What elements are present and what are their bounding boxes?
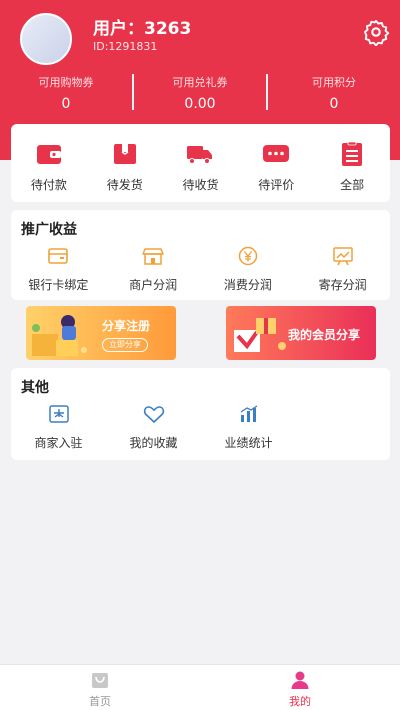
promo-item-deposit-share[interactable]: 寄存分润 bbox=[295, 246, 390, 293]
avatar[interactable] bbox=[20, 13, 72, 65]
chart-board-icon bbox=[332, 247, 353, 266]
promo-label: 银行卡绑定 bbox=[28, 278, 89, 292]
username: 用户：3263 bbox=[93, 19, 192, 39]
stat-label: 可用购物券 bbox=[38, 76, 94, 89]
stat-value: 0 bbox=[61, 96, 71, 112]
order-label: 待付款 bbox=[30, 178, 67, 192]
divider bbox=[266, 74, 268, 110]
stat-label: 可用积分 bbox=[312, 76, 356, 89]
other-label: 我的收藏 bbox=[129, 436, 178, 450]
stat-value: 0.00 bbox=[184, 96, 216, 112]
banner-title: 我的会员分享 bbox=[288, 328, 361, 342]
order-label: 全部 bbox=[340, 178, 365, 192]
tab-label: 我的 bbox=[289, 695, 311, 708]
promo-label: 寄存分润 bbox=[318, 278, 367, 292]
order-all[interactable]: 全部 bbox=[314, 124, 390, 202]
other-label: 业绩统计 bbox=[224, 436, 273, 450]
bank-card-icon bbox=[48, 248, 69, 264]
stat-gift-coupon[interactable]: 可用兑礼券 0.00 bbox=[134, 72, 266, 112]
stat-label: 可用兑礼券 bbox=[172, 76, 228, 89]
user-icon bbox=[291, 671, 309, 689]
user-id: ID:1291831 bbox=[93, 40, 158, 53]
other-label: 商家入驻 bbox=[34, 436, 83, 450]
other-item-merchant-entry[interactable]: 商家入驻 bbox=[11, 404, 106, 451]
order-label: 待收货 bbox=[182, 178, 219, 192]
promo-label: 商户分润 bbox=[129, 278, 178, 292]
tab-home[interactable]: 首页 bbox=[0, 665, 200, 710]
chat-bubble-icon bbox=[263, 145, 290, 162]
section-title: 其他 bbox=[21, 380, 49, 396]
wallet-icon bbox=[36, 145, 61, 164]
gift-box-icon bbox=[113, 144, 136, 164]
share-now-button[interactable]: 立即分享 bbox=[102, 338, 148, 352]
divider bbox=[132, 74, 134, 110]
promo-item-merchant-share[interactable]: 商户分润 bbox=[106, 246, 201, 293]
banner-illustration bbox=[32, 315, 87, 356]
shopping-bag-icon bbox=[92, 673, 108, 688]
tab-mine[interactable]: 我的 bbox=[200, 665, 400, 710]
gear-icon[interactable] bbox=[362, 18, 390, 46]
share-register-banner[interactable]: 分享注册 立即分享 bbox=[26, 306, 176, 360]
order-pending-receipt[interactable]: 待收货 bbox=[163, 124, 239, 202]
stat-points[interactable]: 可用积分 0 bbox=[268, 72, 400, 112]
member-share-banner[interactable]: 我的会员分享 bbox=[226, 306, 376, 360]
list-icon bbox=[342, 142, 363, 166]
stat-value: 0 bbox=[329, 96, 339, 112]
stat-shopping-coupon[interactable]: 可用购物券 0 bbox=[0, 72, 132, 112]
bottom-tab-bar: 首页 我的 bbox=[0, 664, 400, 710]
other-menu: 商家入驻 我的收藏 业绩统计 bbox=[11, 404, 390, 451]
promotion-earnings-card: 推广收益 银行卡绑定 商户分润 消费分润 寄存分润 bbox=[11, 210, 390, 300]
shop-icon bbox=[142, 248, 164, 265]
yuan-coin-icon bbox=[238, 246, 258, 266]
promotion-menu: 银行卡绑定 商户分润 消费分润 寄存分润 bbox=[11, 246, 390, 293]
promo-item-consumption-share[interactable]: 消费分润 bbox=[201, 246, 296, 293]
banner-illustration bbox=[234, 318, 286, 352]
tab-label: 首页 bbox=[89, 695, 111, 708]
order-pending-payment[interactable]: 待付款 bbox=[11, 124, 87, 202]
other-item-favorites[interactable]: 我的收藏 bbox=[106, 404, 201, 451]
promo-label: 消费分润 bbox=[223, 278, 272, 292]
truck-icon bbox=[187, 146, 213, 164]
other-item-performance[interactable]: 业绩统计 bbox=[201, 404, 296, 451]
order-pending-review[interactable]: 待评价 bbox=[238, 124, 314, 202]
other-card: 其他 商家入驻 我的收藏 业绩统计 bbox=[11, 368, 390, 460]
promo-item-bank-card[interactable]: 银行卡绑定 bbox=[11, 246, 106, 293]
banner-title: 分享注册 bbox=[102, 319, 151, 333]
account-stats: 可用购物券 0 可用兑礼券 0.00 可用积分 0 bbox=[0, 72, 400, 112]
heart-icon bbox=[143, 406, 164, 423]
order-label: 待发货 bbox=[106, 178, 143, 192]
store-entry-icon bbox=[48, 405, 69, 423]
section-title: 推广收益 bbox=[21, 222, 77, 238]
order-label: 待评价 bbox=[258, 178, 295, 192]
order-pending-shipment[interactable]: 待发货 bbox=[87, 124, 163, 202]
order-status-card: 待付款 待发货 待收货 待评价 全部 bbox=[11, 124, 390, 202]
bar-chart-icon bbox=[240, 405, 257, 422]
